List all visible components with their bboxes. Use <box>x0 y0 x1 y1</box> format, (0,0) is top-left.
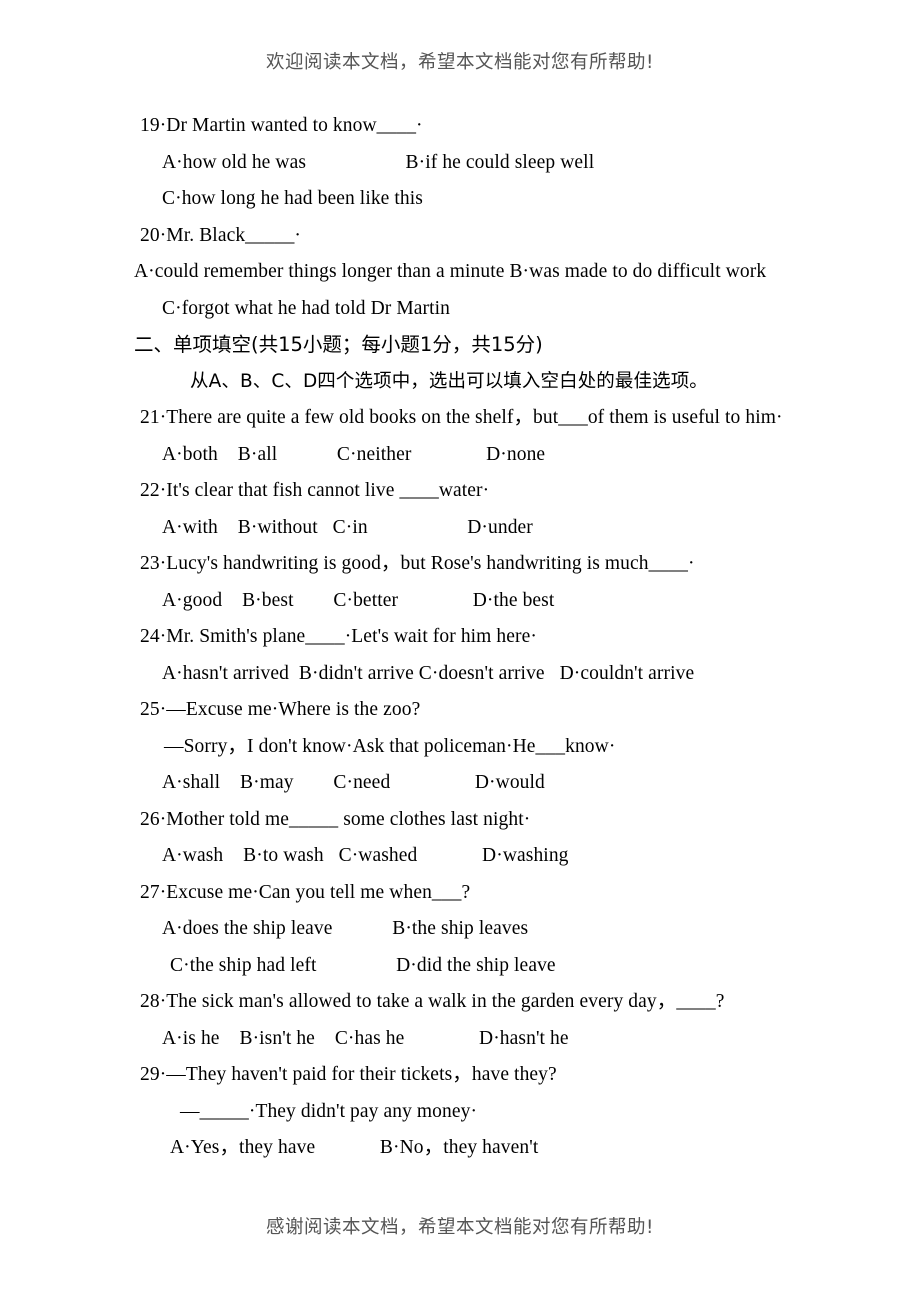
question-22-stem: 22·It's clear that fish cannot live ____… <box>140 480 490 501</box>
question-19-option-c: C·how long he had been like this <box>162 188 423 209</box>
question-29-reply: —_____·They didn't pay any money· <box>180 1100 478 1122</box>
question-29-stem: 29·—They haven't paid for their tickets，… <box>140 1064 557 1085</box>
section-heading: 二、单项填空(共15小题；每小题1分，共15分) <box>134 333 543 356</box>
question-27-options-ab: A·does the ship leave B·the ship leaves <box>162 918 529 939</box>
question-26-stem: 26·Mother told me_____ some clothes last… <box>140 808 531 830</box>
question-24-stem: 24·Mr. Smith's plane____·Let's wait for … <box>140 626 537 647</box>
question-20-stem: 20·Mr. Black_____· <box>140 224 302 246</box>
question-27-options-cd: C·the ship had left D·did the ship leave <box>170 954 556 976</box>
question-27-stem: 27·Excuse me·Can you tell me when___? <box>140 881 471 903</box>
question-21-stem: 21·There are quite a few old books on th… <box>140 407 783 428</box>
question-19-options-ab: A·how old he was B·if he could sleep wel… <box>162 151 595 173</box>
exam-content: 19·Dr Martin wanted to know____· A·how o… <box>134 108 814 1167</box>
question-23-options: A·good B·best C·better D·the best <box>162 589 555 611</box>
question-20-option-c: C·forgot what he had told Dr Martin <box>162 297 451 319</box>
question-25-reply: —Sorry，I don't know·Ask that policeman·H… <box>164 735 616 757</box>
document-footer-note: 感谢阅读本文档，希望本文档能对您有所帮助! <box>266 1217 654 1238</box>
document-header-note: 欢迎阅读本文档，希望本文档能对您有所帮助! <box>266 52 654 73</box>
question-22-options: A·with B·without C·in D·under <box>162 516 533 538</box>
question-24-options: A·hasn't arrived B·didn't arrive C·doesn… <box>162 662 695 684</box>
question-26-options: A·wash B·to wash C·washed D·washing <box>162 845 569 866</box>
question-25-options: A·shall B·may C·need D·would <box>162 772 545 793</box>
question-21-options: A·both B·all C·neither D·none <box>162 443 546 465</box>
question-28-stem: 28·The sick man's allowed to take a walk… <box>140 991 725 1012</box>
question-29-options: A·Yes，they have B·No，they haven't <box>170 1137 539 1158</box>
question-28-options: A·is he B·isn't he C·has he D·hasn't he <box>162 1027 569 1049</box>
section-instruction: 从A、B、C、D四个选项中，选出可以填入空白处的最佳选项。 <box>190 370 708 392</box>
question-25-stem: 25·—Excuse me·Where is the zoo? <box>140 699 421 720</box>
document-page: 欢迎阅读本文档，希望本文档能对您有所帮助! 19·Dr Martin wante… <box>0 0 920 1302</box>
question-20-options-ab: A·could remember things longer than a mi… <box>134 261 767 282</box>
question-19-stem: 19·Dr Martin wanted to know____· <box>140 115 423 136</box>
question-23-stem: 23·Lucy's handwriting is good，but Rose's… <box>140 553 695 574</box>
